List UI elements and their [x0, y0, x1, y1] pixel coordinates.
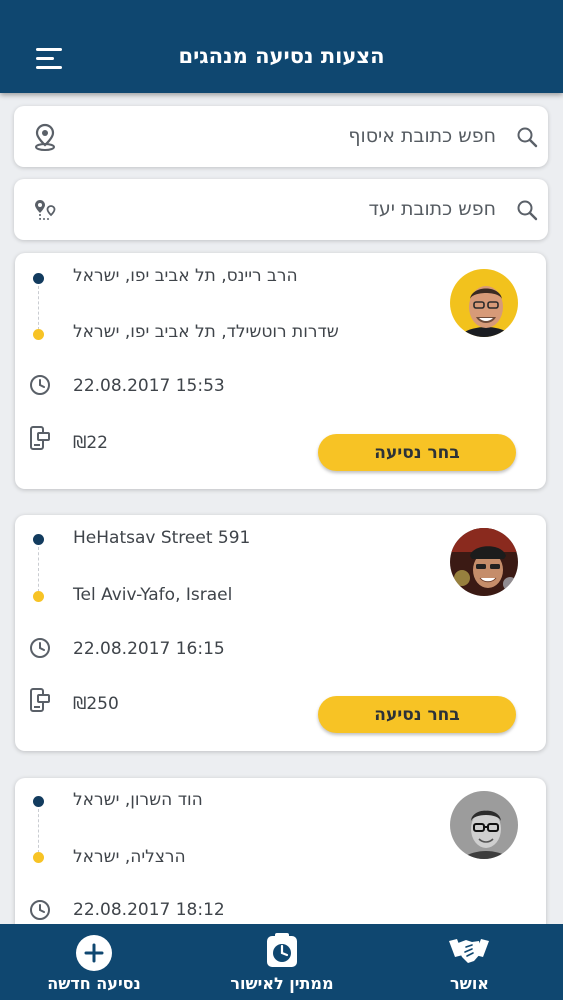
origin-address: HeHatsav Street 591: [73, 528, 251, 548]
route-line: [38, 547, 39, 592]
search-icon[interactable]: [516, 126, 538, 148]
destination-address: הרצליה, ישראל: [73, 847, 186, 867]
origin-marker: [33, 534, 44, 545]
nav-new-ride-label: נסיעה חדשה: [47, 974, 141, 993]
origin-address: הוד השרון, ישראל: [73, 790, 203, 810]
ride-price: ₪250: [73, 694, 119, 714]
origin-marker: [33, 796, 44, 807]
ride-datetime: 22.08.2017 16:15: [73, 639, 225, 659]
destination-marker: [33, 329, 44, 340]
nav-pending-approval-label: ממתין לאישור: [230, 974, 334, 993]
payment-icon: [30, 426, 50, 450]
destination-marker: [33, 852, 44, 863]
ride-card[interactable]: הרב ריינס, תל אביב יפו, ישראל שדרות רוטש…: [15, 253, 546, 489]
route-pins-icon: [35, 200, 56, 220]
select-ride-button[interactable]: בחר נסיעה: [318, 696, 516, 733]
driver-avatar: [448, 789, 520, 861]
ride-card[interactable]: HeHatsav Street 591 Tel Aviv-Yafo, Israe…: [15, 515, 546, 751]
handshake-icon: [449, 939, 489, 963]
pickup-search-box: [14, 106, 548, 167]
destination-marker: [33, 591, 44, 602]
timer-icon: [267, 933, 297, 967]
ride-datetime: 22.08.2017 18:12: [73, 900, 225, 920]
destination-address: Tel Aviv-Yafo, Israel: [73, 585, 233, 605]
app-header: הצעות נסיעה מנהגים: [0, 0, 563, 93]
pickup-search-input[interactable]: [74, 118, 496, 154]
plus-circle-icon: [76, 935, 112, 971]
bottom-navigation: נסיעה חדשה ממתין לאישור אושר: [0, 924, 563, 1000]
clock-icon: [30, 900, 50, 920]
destination-search-input[interactable]: [74, 191, 496, 227]
origin-address: הרב ריינס, תל אביב יפו, ישראל: [73, 266, 298, 286]
ride-price: ₪22: [73, 433, 108, 453]
search-icon[interactable]: [516, 199, 538, 221]
select-ride-button[interactable]: בחר נסיעה: [318, 434, 516, 471]
destination-address: שדרות רוטשילד, תל אביב יפו, ישראל: [73, 322, 339, 342]
nav-approved-label: אושר: [450, 974, 489, 993]
payment-icon: [30, 688, 50, 712]
nav-pending-approval[interactable]: ממתין לאישור: [188, 924, 376, 1000]
destination-search-box: [14, 179, 548, 240]
location-pin-icon: [35, 123, 55, 151]
origin-marker: [33, 273, 44, 284]
ride-datetime: 22.08.2017 15:53: [73, 376, 225, 396]
clock-icon: [30, 375, 50, 395]
route-line: [38, 809, 39, 853]
nav-new-ride[interactable]: נסיעה חדשה: [0, 924, 188, 1000]
route-line: [38, 286, 39, 330]
nav-approved[interactable]: אושר: [376, 924, 563, 1000]
driver-avatar: [448, 267, 520, 339]
page-title: הצעות נסיעה מנהגים: [178, 44, 385, 68]
driver-avatar: [448, 526, 520, 598]
clock-icon: [30, 638, 50, 658]
